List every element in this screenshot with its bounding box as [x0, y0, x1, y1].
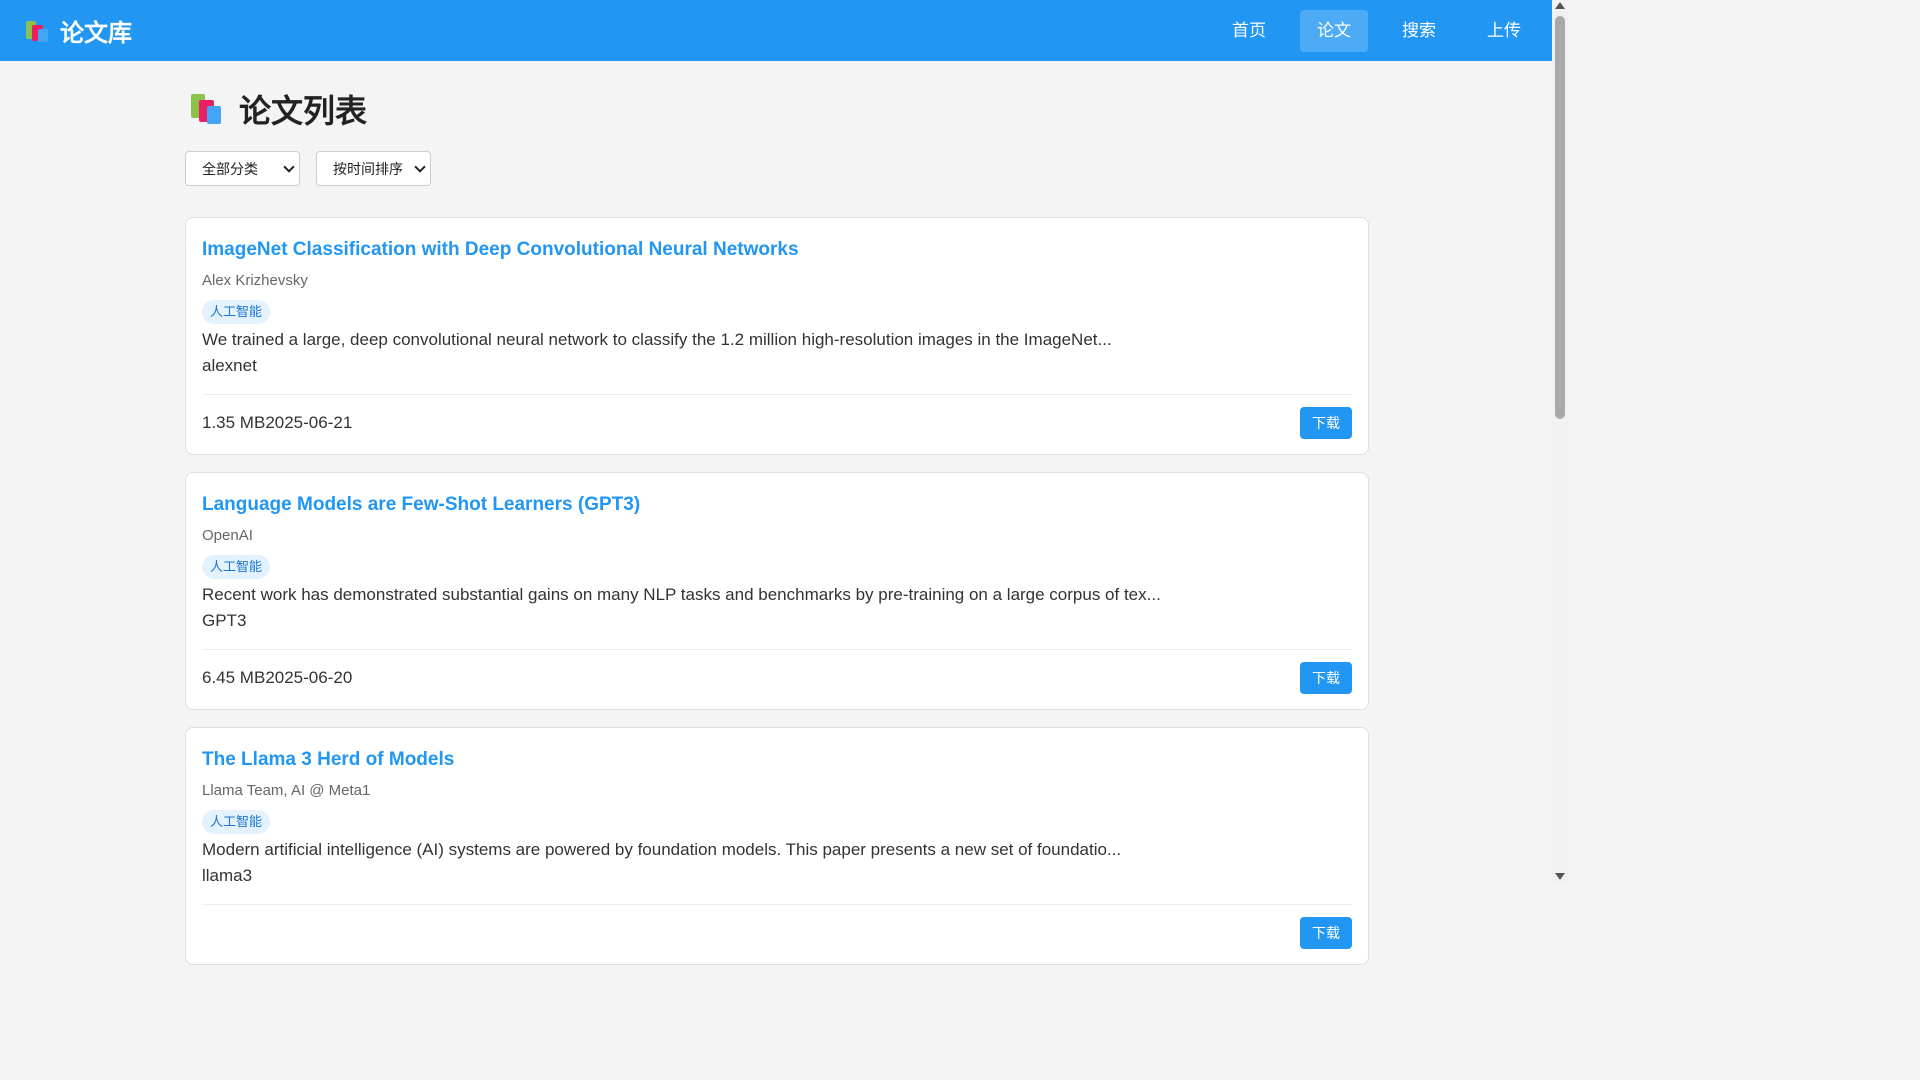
sort-select[interactable]: 按时间排序 — [316, 151, 431, 186]
paper-card: Language Models are Few-Shot Learners (G… — [185, 472, 1369, 710]
nav-papers[interactable]: 论文 — [1300, 9, 1368, 52]
nav-home[interactable]: 首页 — [1215, 10, 1283, 52]
paper-meta: 6.45 MB2025-06-20 — [202, 668, 352, 688]
chevron-down-icon — [414, 160, 426, 173]
download-button[interactable]: 下载 — [1300, 917, 1352, 949]
category-select-value: 全部分类 — [202, 160, 258, 177]
paper-title-link[interactable]: Language Models are Few-Shot Learners (G… — [202, 491, 1352, 519]
brand-title: 论文库 — [60, 20, 132, 47]
upload-date: 2025-06-21 — [265, 413, 353, 432]
paper-footer: 6.45 MB2025-06-20 下载 — [202, 649, 1352, 694]
download-button[interactable]: 下载 — [1300, 662, 1352, 694]
paper-footer: 下载 — [202, 904, 1352, 949]
main-nav: 首页 论文 搜索 上传 — [1198, 9, 1538, 52]
paper-keyword: GPT3 — [202, 611, 247, 630]
paper-description: We trained a large, deep convolutional n… — [202, 330, 1112, 349]
paper-keyword: alexnet — [202, 356, 257, 375]
nav-search[interactable]: 搜索 — [1385, 10, 1453, 52]
page-scrollbar[interactable] — [1552, 0, 1568, 882]
category-tag: 人工智能 — [202, 555, 271, 579]
top-navbar: 论文库 首页 论文 搜索 上传 — [0, 0, 1552, 61]
paper-author: Alex Krizhevsky — [202, 272, 308, 289]
paper-footer: 1.35 MB2025-06-21 下载 — [202, 394, 1352, 439]
sort-select-value: 按时间排序 — [333, 160, 403, 177]
paper-list: ImageNet Classification with Deep Convol… — [185, 217, 1369, 965]
paper-author: OpenAI — [202, 527, 253, 544]
main-content: 论文列表 全部分类 按时间排序 ImageNet Classification … — [185, 61, 1369, 982]
upload-date: 2025-06-20 — [265, 668, 353, 687]
paper-title-link[interactable]: ImageNet Classification with Deep Convol… — [202, 236, 1352, 264]
file-size: 1.35 MB — [202, 413, 266, 432]
page-title: 论文列表 — [239, 93, 368, 129]
paper-card: The Llama 3 Herd of Models Llama Team, A… — [185, 727, 1369, 965]
category-select[interactable]: 全部分类 — [185, 151, 300, 186]
download-button[interactable]: 下载 — [1300, 407, 1352, 439]
nav-upload[interactable]: 上传 — [1470, 10, 1538, 52]
brand[interactable]: 论文库 — [24, 13, 132, 48]
paper-description: Modern artificial intelligence (AI) syst… — [202, 840, 1122, 859]
scroll-up-icon[interactable] — [1555, 2, 1565, 9]
file-size: 6.45 MB — [202, 668, 266, 687]
page-header: 论文列表 — [185, 61, 1369, 157]
filters-bar: 全部分类 按时间排序 — [185, 151, 1369, 186]
paper-meta: 1.35 MB2025-06-21 — [202, 413, 352, 433]
books-icon — [189, 92, 225, 126]
category-tag: 人工智能 — [202, 300, 271, 324]
category-tag: 人工智能 — [202, 810, 271, 834]
paper-description: Recent work has demonstrated substantial… — [202, 585, 1161, 604]
scroll-down-icon[interactable] — [1555, 873, 1565, 880]
paper-title-link[interactable]: The Llama 3 Herd of Models — [202, 746, 1352, 774]
paper-card: ImageNet Classification with Deep Convol… — [185, 217, 1369, 455]
paper-author: Llama Team, AI @ Meta1 — [202, 782, 371, 799]
paper-keyword: llama3 — [202, 866, 253, 885]
scrollbar-thumb[interactable] — [1555, 16, 1565, 419]
books-icon — [24, 19, 50, 43]
chevron-down-icon — [283, 160, 295, 173]
